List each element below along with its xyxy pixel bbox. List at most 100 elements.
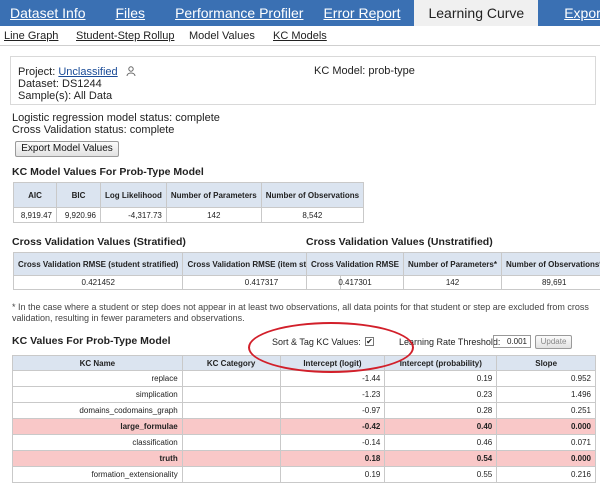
kc-name-cell: simplication [12, 386, 183, 403]
table-cell: 142 [165, 207, 262, 223]
kc-category-cell [181, 418, 281, 435]
col-header: Number of Observations* [500, 252, 600, 276]
project-link[interactable]: Unclassified [58, 66, 117, 78]
cv-unstratified-table: Cross Validation RMSE Number of Paramete… [305, 252, 600, 290]
intercept-logit-cell: -1.44 [279, 370, 386, 387]
col-header: Log Likelihood [100, 182, 167, 208]
kc-name-cell: large_formulae [12, 418, 183, 435]
intercept-prob-cell: 0.23 [384, 386, 498, 403]
kc-category-cell [181, 402, 281, 419]
intercept-logit-cell: 0.18 [279, 450, 386, 467]
kc-name-cell: truth [12, 450, 183, 467]
slope-cell: 0.251 [496, 402, 596, 419]
slope-cell: 0.071 [496, 434, 596, 451]
kc-category-cell [181, 466, 281, 483]
kc-category-cell [181, 434, 281, 451]
table-row: replace -1.44 0.19 0.952 [12, 370, 596, 387]
intercept-logit-cell: -0.14 [279, 434, 386, 451]
project-line: Project: Unclassified [18, 66, 136, 78]
model-values-table: AIC BIC Log Likelihood Number of Paramet… [13, 182, 365, 223]
tab-performance-profiler[interactable]: Performance Profiler [167, 0, 311, 26]
intercept-prob-cell: 0.40 [384, 418, 498, 435]
kc-category-cell [181, 386, 281, 403]
tab-export[interactable]: Export [556, 0, 600, 26]
table-cell: 0.421452 [12, 275, 184, 290]
col-header: Number of Observations [260, 182, 365, 208]
table-cell: 89,691 [500, 275, 600, 290]
kc-name-cell: domains_codomains_graph [12, 402, 183, 419]
intercept-logit-cell: 0.19 [279, 466, 386, 483]
table-cell: -4,317.73 [100, 207, 167, 223]
intercept-logit-cell: -0.42 [279, 418, 386, 435]
tab-dataset-info[interactable]: Dataset Info [2, 0, 94, 26]
update-button[interactable]: Update [535, 335, 572, 349]
intercept-prob-cell: 0.19 [384, 370, 498, 387]
kc-name-cell: replace [12, 370, 183, 387]
person-icon[interactable] [126, 66, 136, 76]
col-header-kc-category[interactable]: KC Category [181, 355, 281, 371]
slope-cell: 0.216 [496, 466, 596, 483]
subnav-kc-models[interactable]: KC Models [273, 30, 327, 42]
col-header: BIC [56, 182, 101, 208]
col-header: Number of Parameters* [403, 252, 502, 276]
tab-files[interactable]: Files [108, 0, 154, 26]
table-row: formation_extensionality 0.19 0.55 0.216 [12, 466, 596, 483]
intercept-logit-cell: -0.97 [279, 402, 386, 419]
top-nav: Dataset Info Files Performance Profiler … [0, 0, 600, 26]
col-header: Number of Parameters [165, 182, 262, 208]
subnav-student-step-rollup[interactable]: Student-Step Rollup [76, 30, 174, 42]
kc-table-body: replace -1.44 0.19 0.952 simplication -1.23 0.… [12, 370, 596, 483]
footnote: * In the case where a student or step do… [12, 302, 589, 323]
sort-tag-label: Sort & Tag KC Values: [272, 337, 361, 347]
intercept-prob-cell: 0.28 [384, 402, 498, 419]
col-header-kc-name[interactable]: KC Name [12, 355, 183, 371]
tab-error-report[interactable]: Error Report [315, 0, 408, 26]
subnav-model-values: Model Values [189, 30, 255, 42]
samples-value: All Data [73, 90, 113, 102]
intercept-logit-cell: -1.23 [279, 386, 386, 403]
dataset-line: Dataset: DS1244 [18, 78, 102, 90]
crossval-status: Cross Validation status: complete [12, 124, 175, 136]
kc-category-cell [181, 450, 281, 467]
kc-name-cell: formation_extensionality [12, 466, 183, 483]
cv-stratified-title: Cross Validation Values (Stratified) [12, 236, 186, 248]
col-header-slope[interactable]: Slope [496, 355, 596, 371]
intercept-prob-cell: 0.46 [384, 434, 498, 451]
table-cell: 0.417301 [305, 275, 405, 290]
col-header: AIC [13, 182, 57, 208]
slope-cell: 0.952 [496, 370, 596, 387]
cv-stratified-table: Cross Validation RMSE (student stratifie… [12, 252, 341, 290]
slope-cell: 1.496 [496, 386, 596, 403]
kc-name-cell: classification [12, 434, 183, 451]
project-label: Project: [18, 66, 56, 78]
slope-cell: 0.000 [496, 418, 596, 435]
learning-rate-input[interactable]: 0.001 [493, 335, 531, 348]
dataset-label: Dataset: [18, 78, 59, 90]
intercept-prob-cell: 0.54 [384, 450, 498, 467]
cv-unstratified-title: Cross Validation Values (Unstratified) [306, 236, 493, 248]
table-cell: 8,542 [260, 207, 365, 223]
table-row: domains_codomains_graph -0.97 0.28 0.251 [12, 402, 596, 419]
table-cell: 142 [403, 275, 502, 290]
table-row: simplication -1.23 0.23 1.496 [12, 386, 596, 403]
table-cell: 9,920.96 [56, 207, 101, 223]
export-model-values-button[interactable]: Export Model Values [15, 141, 119, 157]
slope-cell: 0.000 [496, 450, 596, 467]
table-cell: 8,919.47 [13, 207, 57, 223]
model-values-title: KC Model Values For Prob-Type Model [12, 166, 204, 178]
col-header-intercept-logit[interactable]: Intercept (logit) [279, 355, 386, 371]
subnav-line-graph[interactable]: Line Graph [4, 30, 58, 42]
col-header: Cross Validation RMSE (student stratifie… [12, 252, 184, 276]
table-row: classification -0.14 0.46 0.071 [12, 434, 596, 451]
table-row: truth 0.18 0.54 0.000 [12, 450, 596, 467]
kc-category-cell [181, 370, 281, 387]
kc-values-title: KC Values For Prob-Type Model [12, 335, 171, 347]
tab-learning-curve[interactable]: Learning Curve [414, 0, 539, 26]
sort-tag-checkbox[interactable]: ✔ [365, 337, 374, 346]
logistic-status: Logistic regression model status: comple… [12, 112, 220, 124]
kc-values-table: KC Name KC Category Intercept (logit) In… [12, 355, 596, 483]
col-header-intercept-prob[interactable]: Intercept (probability) [384, 355, 498, 371]
intercept-prob-cell: 0.55 [384, 466, 498, 483]
col-header: Cross Validation RMSE [305, 252, 405, 276]
samples-label: Sample(s): [18, 90, 72, 102]
